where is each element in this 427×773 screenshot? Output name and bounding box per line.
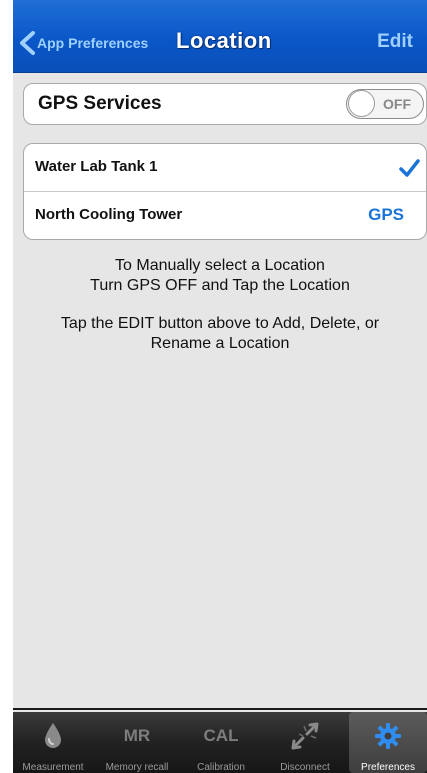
- tab-label: Memory recall: [105, 762, 169, 773]
- toggle-knob: [348, 90, 375, 117]
- tab-measurement[interactable]: Measurement: [13, 712, 93, 773]
- disconnect-arrows-icon: [291, 722, 319, 750]
- tab-preferences[interactable]: Preferences: [349, 712, 427, 773]
- mr-icon: MR: [123, 726, 151, 745]
- edit-button[interactable]: Edit: [377, 31, 413, 53]
- left-edge: [0, 0, 14, 773]
- navigation-bar: App Preferences Location Edit: [13, 0, 427, 73]
- instruction-line: Rename a Location: [150, 335, 290, 352]
- tab-bar: Measurement MR Memory recall CAL Calibra…: [13, 712, 427, 773]
- manual-select-instructions: To Manually select a Location Turn GPS O…: [13, 256, 427, 296]
- tab-calibration[interactable]: CAL Calibration: [181, 712, 261, 773]
- gear-icon: [375, 723, 401, 749]
- checkmark-icon: [399, 159, 420, 177]
- back-button[interactable]: App Preferences: [17, 30, 148, 56]
- instruction-line: Turn GPS OFF and Tap the Location: [90, 277, 350, 294]
- location-row[interactable]: Water Lab Tank 1: [24, 144, 426, 192]
- gps-tag: GPS: [368, 205, 404, 224]
- location-row[interactable]: North Cooling Tower GPS: [24, 192, 426, 239]
- gps-services-label: GPS Services: [38, 93, 162, 114]
- tab-label: Measurement: [22, 762, 84, 773]
- tab-label: Calibration: [197, 762, 245, 773]
- tab-disconnect[interactable]: Disconnect: [265, 712, 345, 773]
- location-name: North Cooling Tower: [35, 206, 183, 223]
- location-list: Water Lab Tank 1 North Cooling Tower GPS: [23, 143, 427, 240]
- edit-instructions: Tap the EDIT button above to Add, Delete…: [13, 314, 427, 354]
- gps-toggle[interactable]: OFF: [346, 89, 424, 119]
- page-title: Location: [176, 28, 272, 53]
- back-button-label: App Preferences: [37, 35, 149, 51]
- location-name: Water Lab Tank 1: [35, 158, 158, 175]
- chevron-left-icon: [20, 31, 35, 55]
- app-screen: App Preferences Location Edit GPS Servic…: [13, 0, 427, 773]
- droplet-icon: [45, 723, 61, 748]
- instruction-line: To Manually select a Location: [115, 257, 325, 274]
- tab-label: Disconnect: [280, 762, 330, 773]
- cal-icon: CAL: [203, 726, 239, 745]
- instruction-line: Tap the EDIT button above to Add, Delete…: [60, 315, 380, 332]
- gps-services-row: GPS Services OFF: [23, 83, 427, 125]
- toggle-state-label: OFF: [383, 96, 411, 112]
- divider: [13, 708, 427, 710]
- tab-label: Preferences: [361, 762, 415, 773]
- tab-memory-recall[interactable]: MR Memory recall: [97, 712, 177, 773]
